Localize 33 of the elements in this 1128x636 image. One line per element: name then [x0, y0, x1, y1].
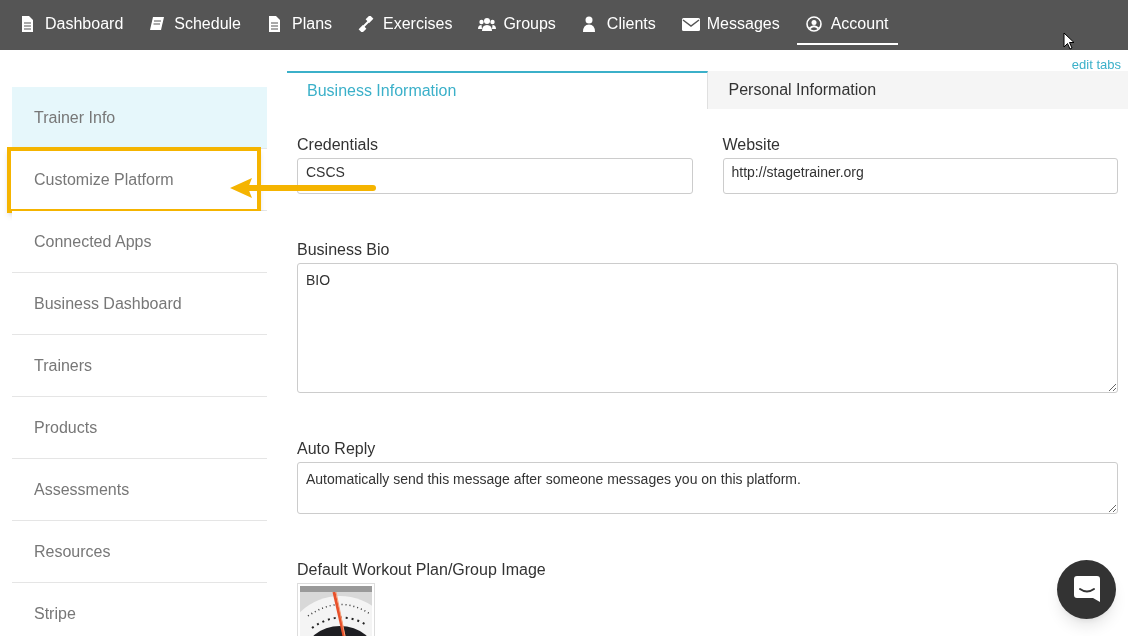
sidebar-item[interactable]: Resources: [34, 542, 111, 562]
group-icon: [478, 16, 497, 32]
sidebar-item[interactable]: Business Dashboard: [34, 294, 182, 314]
nav-tab[interactable]: Groups: [478, 5, 556, 45]
tab[interactable]: Personal Information: [707, 71, 1128, 109]
field-label: Default Workout Plan/Group Image: [297, 560, 547, 580]
chat-icon: [1073, 575, 1100, 604]
text-area[interactable]: Automatically send this message after someone messages you on this platform.: [297, 462, 1118, 514]
user-circle-icon: [805, 16, 824, 32]
nav-tab[interactable]: Plans: [267, 5, 333, 45]
sidebar-item[interactable]: Trainer Info: [34, 108, 116, 128]
field-label: Auto Reply: [297, 439, 377, 459]
nav-tab[interactable]: Messages: [681, 5, 780, 45]
text-field[interactable]: http://stagetrainer.org: [722, 158, 1118, 194]
nav-tab[interactable]: Dashboard: [20, 5, 124, 45]
text-field[interactable]: CSCS: [297, 158, 693, 194]
text-area[interactable]: BIO: [297, 263, 1118, 393]
field-label: Credentials: [297, 135, 379, 155]
field-label: Business Bio: [297, 240, 391, 260]
sidebar-item[interactable]: Trainers: [34, 356, 93, 376]
sidebar-item[interactable]: Assessments: [34, 480, 130, 500]
sidebar-item[interactable]: Customize Platform: [34, 170, 174, 190]
field-label: Website: [722, 135, 781, 155]
sidebar-item[interactable]: Stripe: [34, 604, 76, 624]
nav-tab[interactable]: Exercises: [358, 5, 453, 45]
nav-tab[interactable]: Account: [796, 5, 898, 45]
cursor-icon: [1063, 32, 1075, 50]
chat-button[interactable]: [1057, 560, 1116, 619]
sidebar-item[interactable]: Connected Apps: [34, 232, 152, 252]
envelope-icon: [681, 16, 700, 32]
nav-tab[interactable]: Schedule: [149, 5, 241, 45]
sidebar-item[interactable]: Products: [34, 418, 98, 438]
nav-tab[interactable]: Clients: [581, 5, 656, 45]
